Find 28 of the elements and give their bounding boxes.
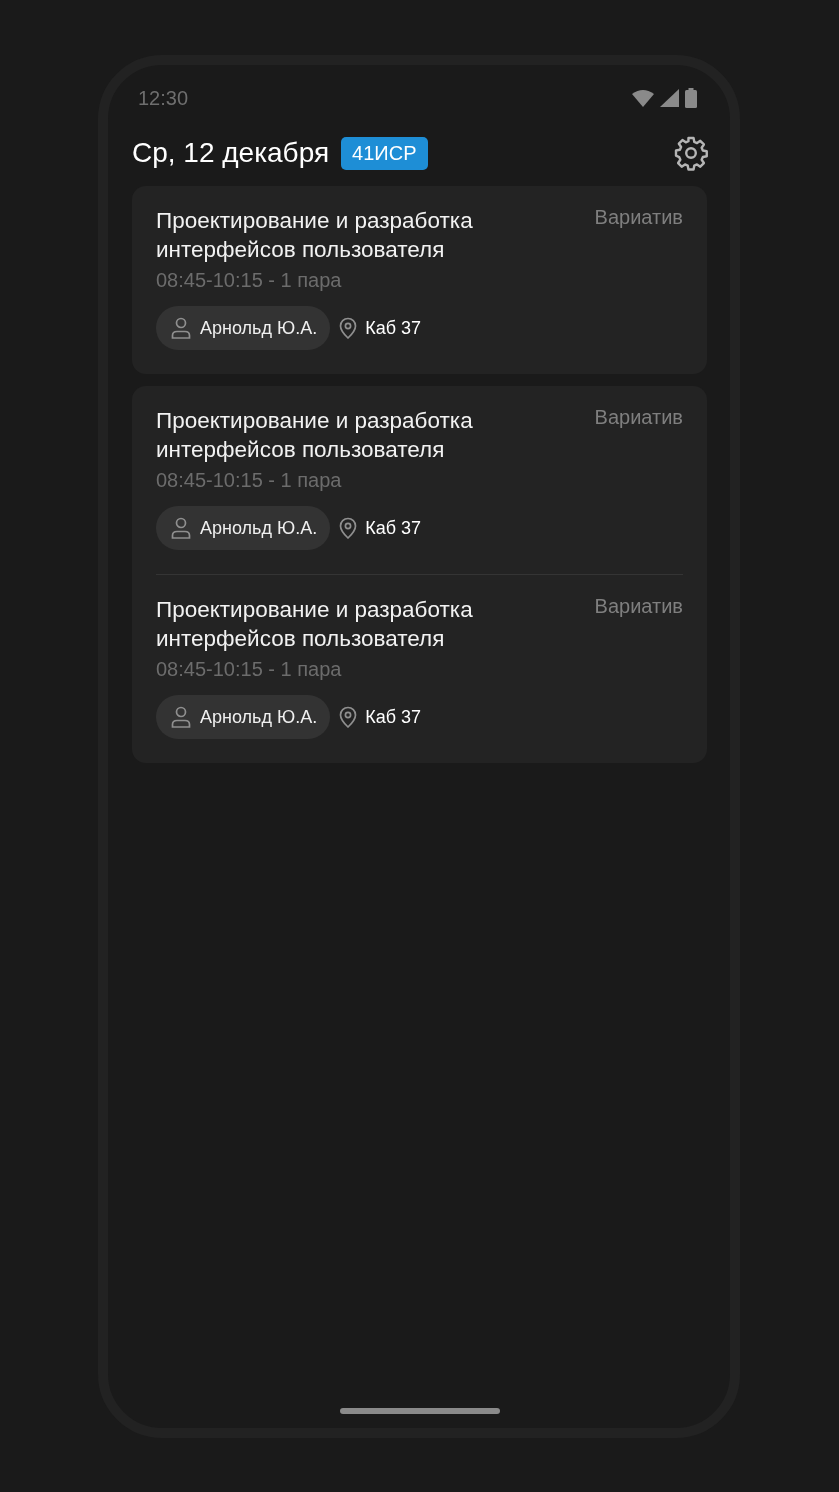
group-badge[interactable]: 41ИСР bbox=[341, 136, 428, 170]
lesson-title: Проектирование и разработка интерфейсов пользователя bbox=[156, 407, 474, 464]
location-pin-icon bbox=[339, 517, 358, 539]
room-label: Каб 37 bbox=[365, 517, 421, 539]
wifi-icon bbox=[632, 89, 654, 107]
lesson-time: 08:45-10:15 - 1 пара bbox=[156, 469, 343, 492]
person-icon bbox=[171, 517, 191, 539]
room-label: Каб 37 bbox=[365, 317, 421, 339]
room-label: Каб 37 bbox=[365, 706, 421, 728]
lesson-type: Вариатив bbox=[594, 206, 683, 229]
date-title: Ср, 12 декабря bbox=[132, 137, 330, 169]
lesson-time: 08:45-10:15 - 1 пара bbox=[156, 269, 343, 292]
lesson-title: Проектирование и разработка интерфейсов пользователя bbox=[156, 207, 474, 264]
signal-icon bbox=[660, 89, 679, 107]
location-pin-icon bbox=[339, 706, 358, 728]
teacher-chip[interactable]: Арнольд Ю.А. bbox=[156, 695, 331, 739]
status-time: 12:30 bbox=[138, 86, 189, 110]
teacher-chip[interactable]: Арнольд Ю.А. bbox=[156, 506, 331, 550]
lesson-type: Вариатив bbox=[594, 595, 683, 618]
person-icon bbox=[171, 706, 191, 728]
location-pin-icon bbox=[339, 317, 358, 339]
teacher-chip[interactable]: Арнольд Ю.А. bbox=[156, 306, 331, 350]
lesson-title: Проектирование и разработка интерфейсов пользователя bbox=[156, 596, 474, 653]
person-icon bbox=[171, 317, 191, 339]
settings-icon[interactable] bbox=[673, 135, 709, 171]
lesson-type: Вариатив bbox=[594, 406, 683, 429]
lesson-time: 08:45-10:15 - 1 пара bbox=[156, 658, 343, 681]
battery-icon bbox=[685, 88, 697, 108]
